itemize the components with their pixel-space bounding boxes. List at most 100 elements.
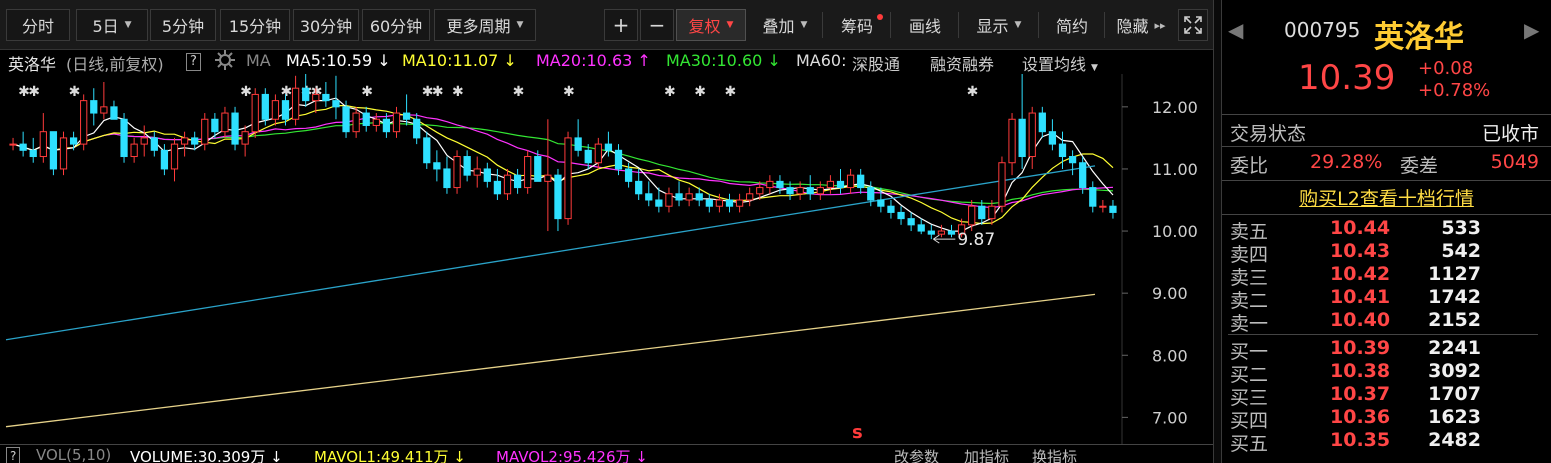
separator [1222, 146, 1551, 147]
ask-row[interactable]: 卖四 10.43 542 [1222, 240, 1551, 266]
period-5day-dropdown[interactable]: 5日 ▼ [76, 9, 148, 41]
bid-row[interactable]: 买一 10.39 2241 [1222, 337, 1551, 363]
period-5min-tab[interactable]: 5分钟 [150, 9, 216, 41]
candle-body [59, 137, 68, 170]
event-star-icon: ✱ [240, 84, 252, 100]
bid-row[interactable]: 买二 10.38 3092 [1222, 360, 1551, 386]
candle-body [887, 205, 895, 213]
ma-settings-dropdown[interactable]: 设置均线 ▼ [1022, 51, 1098, 75]
bid-row[interactable]: 买五 10.35 2482 [1222, 429, 1551, 455]
event-star-icon: ✱ [664, 84, 676, 100]
ma60-label: MA60: [796, 51, 847, 70]
candle-body [756, 187, 764, 195]
settings-gear-icon[interactable] [214, 49, 236, 75]
buy-l2-link[interactable]: 购买L2查看十档行情 [1299, 188, 1474, 210]
candle-body [513, 174, 522, 189]
candle-body [261, 93, 269, 120]
candle-body [705, 199, 713, 207]
stock-name-label: 英洛华 [8, 55, 57, 74]
ask-row[interactable]: 卖五 10.44 533 [1222, 217, 1551, 243]
volume-indicator-bar: ? VOL(5,10) VOLUME:30.309万 ↓ MAVOL1:49.4… [0, 444, 1213, 463]
add-indicator-button[interactable]: 加指标 [964, 446, 1009, 463]
more-periods-label: 更多周期 [446, 17, 511, 36]
toolbar-divider [890, 12, 891, 38]
yincang-button[interactable]: 隐藏 ▸▸ [1108, 9, 1174, 41]
vol-help-button[interactable]: ? [6, 447, 21, 463]
candle-body [382, 118, 391, 133]
xianshi-label: 显示 [976, 17, 1009, 36]
minus-icon: − [648, 13, 666, 37]
event-marker-icon: s [852, 422, 863, 443]
separator [1222, 214, 1551, 215]
next-stock-arrow-icon[interactable]: ▶ [1524, 18, 1539, 42]
chouma-button[interactable]: 筹码 [826, 9, 888, 41]
diejia-dropdown[interactable]: 叠加 ▼ [750, 9, 820, 41]
low-arrow-icon [933, 234, 956, 244]
xianshi-dropdown[interactable]: 显示 ▼ [962, 9, 1036, 41]
candle-body [978, 205, 986, 220]
switch-indicator-button[interactable]: 换指标 [1032, 446, 1077, 463]
mavol2-value: MAVOL2:95.426万 ↓ [496, 446, 648, 463]
weibi-row: 委比 29.28% 委差 5049 [1222, 151, 1551, 177]
bid-row[interactable]: 买四 10.36 1623 [1222, 406, 1551, 432]
ma30-value: MA30:10.60 ↓ [666, 51, 781, 70]
panel-splitter[interactable] [1213, 0, 1222, 463]
candle-body [544, 174, 552, 182]
huaxian-label: 画线 [908, 17, 941, 36]
candle-body [493, 180, 502, 195]
toolbar-divider [1104, 12, 1105, 38]
more-periods-dropdown[interactable]: 更多周期 ▼ [434, 9, 536, 41]
zoom-out-button[interactable]: − [640, 9, 674, 41]
fullscreen-button[interactable] [1178, 9, 1208, 41]
candle-body [1018, 118, 1026, 158]
ask-price: 10.40 [1330, 309, 1391, 331]
rongzi-button[interactable]: 融资融券 [930, 51, 994, 75]
chart-toolbar: 分时 5日 ▼ 5分钟 15分钟 30分钟 60分钟 更多周期 ▼ + − 复权 ▼ … [0, 0, 1213, 50]
ask-row[interactable]: 卖一 10.40 2152 [1222, 309, 1551, 335]
candle-body [231, 112, 239, 145]
chouma-label: 筹码 [840, 17, 873, 36]
ask-row[interactable]: 卖三 10.42 1127 [1222, 263, 1551, 289]
ask-volume: 1127 [1428, 263, 1481, 285]
candle-body [221, 112, 229, 133]
candle-body [635, 180, 643, 195]
quote-panel: ◀ 000795 英洛华 ▶ 10.39 +0.08 +0.78% 交易状态 已… [1222, 0, 1551, 463]
period-15min-tab[interactable]: 15分钟 [220, 9, 290, 41]
candle-body [362, 112, 370, 126]
candle-body [29, 149, 37, 158]
period-30min-tab[interactable]: 30分钟 [293, 9, 359, 41]
event-star-icon: ✱ [361, 84, 373, 100]
vol-label: VOL(5,10) [36, 446, 112, 463]
period-60min-tab[interactable]: 60分钟 [362, 9, 430, 41]
jianyue-button[interactable]: 简约 [1042, 9, 1102, 41]
volume-value: VOLUME:30.309万 ↓ [130, 446, 283, 463]
prev-stock-arrow-icon[interactable]: ◀ [1228, 18, 1243, 42]
period-fenshi-tab[interactable]: 分时 [6, 9, 70, 41]
candle-body [1089, 187, 1097, 207]
ma20-value: MA20:10.63 ↑ [536, 51, 651, 70]
status-label: 交易状态 [1230, 123, 1307, 145]
ask-row[interactable]: 卖二 10.41 1742 [1222, 286, 1551, 312]
period-5min-label: 5分钟 [161, 17, 205, 36]
candle-body [574, 137, 582, 151]
candle-body [19, 143, 27, 151]
chevron-down-icon: ▼ [124, 20, 132, 30]
candle-body [110, 106, 118, 120]
candle-body [604, 143, 613, 151]
huaxian-button[interactable]: 画线 [894, 9, 956, 41]
candlestick-chart[interactable]: ✱✱✱✱✱✱✱✱✱✱✱✱✱✱✱✱✱ 12.0011.0010.009.008.0… [0, 74, 1213, 444]
zoom-in-button[interactable]: + [604, 9, 638, 41]
price-change-pct: +0.78% [1418, 80, 1491, 101]
event-star-icon: ✱ [69, 84, 81, 100]
candle-body [332, 100, 340, 108]
candle-body [453, 156, 461, 189]
candle-body [433, 162, 441, 170]
candle-body [201, 118, 209, 145]
weicha-label: 委差 [1400, 155, 1439, 177]
bid-price: 10.38 [1330, 360, 1391, 382]
bid-row[interactable]: 买三 10.37 1707 [1222, 383, 1551, 409]
help-button[interactable]: ? [186, 53, 201, 71]
change-params-button[interactable]: 改参数 [894, 446, 939, 463]
fuquan-dropdown[interactable]: 复权 ▼ [676, 9, 746, 41]
shengutong-button[interactable]: 深股通 [852, 51, 900, 75]
